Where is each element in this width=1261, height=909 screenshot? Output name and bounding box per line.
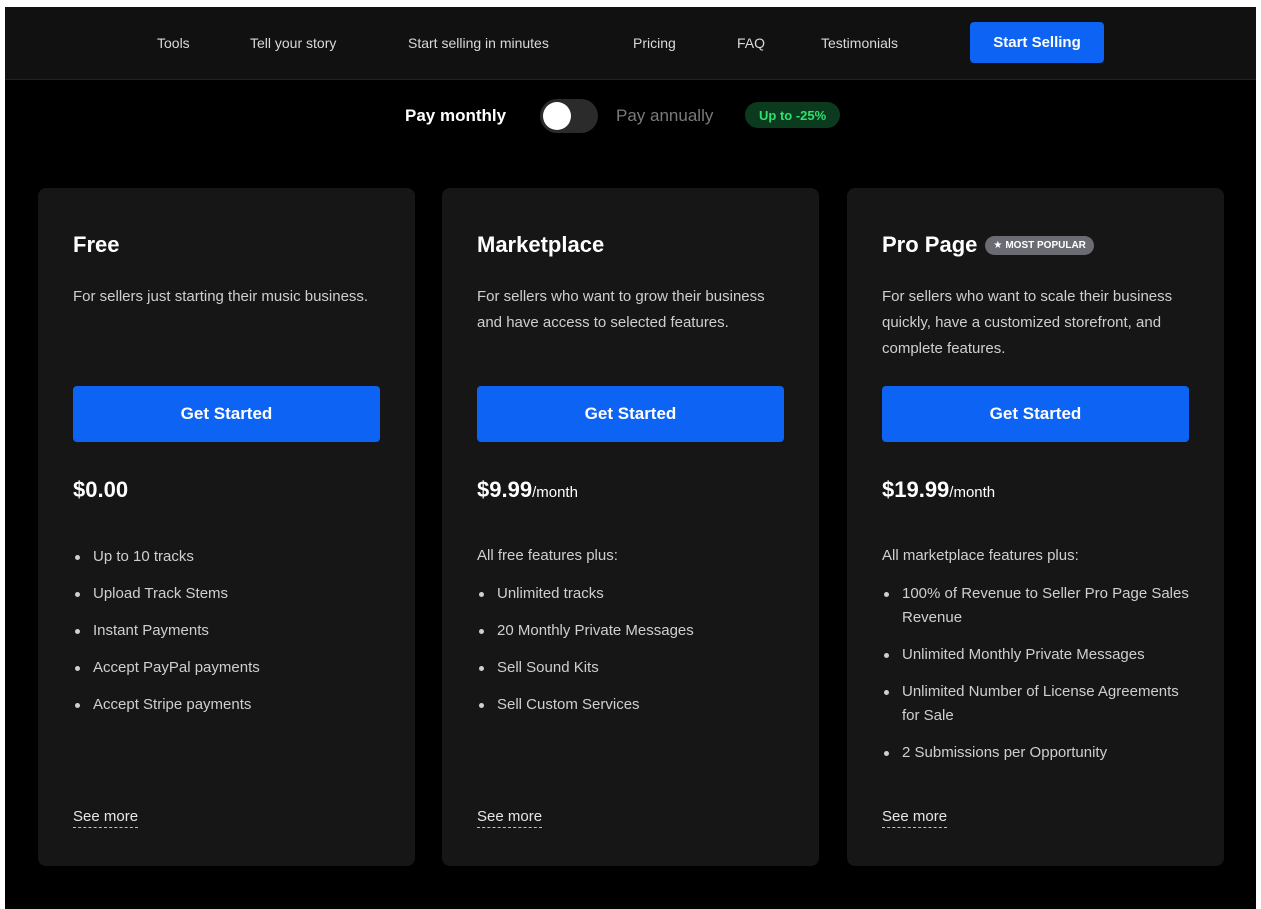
plan-description: For sellers who want to grow their busin… xyxy=(477,288,765,331)
get-started-button-pro-page[interactable]: Get Started xyxy=(882,386,1189,442)
most-popular-badge: ★ MOST POPULAR xyxy=(985,235,1094,255)
feature-item: Accept Stripe payments xyxy=(73,693,388,717)
feature-text: Sell Sound Kits xyxy=(497,659,599,676)
nav-link-testimonials[interactable]: Testimonials xyxy=(821,35,898,51)
feature-list: 100% of Revenue to Seller Pro Page Sales… xyxy=(882,582,1197,778)
plan-card-free: Free For sellers just starting their mus… xyxy=(38,188,415,866)
feature-item: Sell Custom Services xyxy=(477,693,792,717)
billing-toggle-row: Pay monthly Pay annually Up to -25% xyxy=(5,98,1256,134)
bullet-icon xyxy=(75,703,80,708)
bullet-icon xyxy=(884,592,889,597)
feature-text: 2 Submissions per Opportunity xyxy=(902,744,1108,761)
feature-item: 20 Monthly Private Messages xyxy=(477,619,792,643)
features-intro: All free features plus: xyxy=(477,547,618,564)
feature-list: Unlimited tracks 20 Monthly Private Mess… xyxy=(477,582,792,730)
feature-item: Unlimited Monthly Private Messages xyxy=(882,643,1197,667)
feature-item: Unlimited Number of License Agreements f… xyxy=(882,680,1197,728)
price-amount: $9.99 xyxy=(477,477,533,502)
feature-text: Sell Custom Services xyxy=(497,696,640,713)
feature-text: Up to 10 tracks xyxy=(93,548,194,565)
pay-monthly-label[interactable]: Pay monthly xyxy=(405,106,506,126)
nav-link-pricing[interactable]: Pricing xyxy=(633,35,676,51)
feature-text: 20 Monthly Private Messages xyxy=(497,622,694,639)
feature-item: 100% of Revenue to Seller Pro Page Sales… xyxy=(882,582,1197,630)
price-amount: $0.00 xyxy=(73,477,129,502)
nav-link-faq[interactable]: FAQ xyxy=(737,35,765,51)
feature-item: Instant Payments xyxy=(73,619,388,643)
pricing-page: Tools Tell your story Start selling in m… xyxy=(5,7,1256,909)
plan-title: Free xyxy=(73,232,120,257)
plan-price: $9.99/month xyxy=(477,477,578,503)
feature-text: Unlimited tracks xyxy=(497,585,604,602)
feature-text: Upload Track Stems xyxy=(93,585,229,602)
bullet-icon xyxy=(479,592,484,597)
get-started-button-marketplace[interactable]: Get Started xyxy=(477,386,784,442)
plan-card-marketplace: Marketplace For sellers who want to grow… xyxy=(442,188,819,866)
star-icon: ★ xyxy=(993,239,1003,251)
price-period: /month xyxy=(532,484,578,501)
bullet-icon xyxy=(479,666,484,671)
bullet-icon xyxy=(75,555,80,560)
feature-text: Accept Stripe payments xyxy=(93,696,252,713)
see-more-link[interactable]: See more xyxy=(477,808,543,828)
price-period: /month xyxy=(949,484,996,501)
price-amount: $19.99 xyxy=(882,477,950,502)
feature-text: Instant Payments xyxy=(93,622,209,639)
nav-link-start-selling-in-minutes[interactable]: Start selling in minutes xyxy=(408,35,549,51)
plan-card-pro-page: Pro Page ★ MOST POPULAR For sellers who … xyxy=(847,188,1224,866)
feature-text: 100% of Revenue to Seller Pro Page Sales… xyxy=(902,585,1189,626)
billing-period-switch[interactable] xyxy=(540,99,598,133)
feature-text: Accept PayPal payments xyxy=(93,659,260,676)
bullet-icon xyxy=(75,592,80,597)
get-started-button-free[interactable]: Get Started xyxy=(73,386,380,442)
plan-title-row: Marketplace xyxy=(477,232,604,258)
feature-item: 2 Submissions per Opportunity xyxy=(882,741,1197,765)
feature-item: Sell Sound Kits xyxy=(477,656,792,680)
discount-badge: Up to -25% xyxy=(745,102,841,128)
feature-item: Accept PayPal payments xyxy=(73,656,388,680)
plan-description: For sellers who want to scale their busi… xyxy=(882,288,1173,357)
bullet-icon xyxy=(479,629,484,634)
see-more-link[interactable]: See more xyxy=(73,808,139,828)
bullet-icon xyxy=(75,666,80,671)
see-more-link[interactable]: See more xyxy=(882,808,948,828)
switch-knob xyxy=(543,102,571,130)
top-nav: Tools Tell your story Start selling in m… xyxy=(5,7,1256,80)
feature-text: Unlimited Number of License Agreements f… xyxy=(902,683,1179,724)
bullet-icon xyxy=(884,690,889,695)
plan-title-row: Pro Page ★ MOST POPULAR xyxy=(882,232,1094,258)
feature-text: Unlimited Monthly Private Messages xyxy=(902,646,1145,663)
plan-title: Marketplace xyxy=(477,232,605,257)
bullet-icon xyxy=(884,751,889,756)
plan-price: $19.99/month xyxy=(882,477,995,503)
feature-list: Up to 10 tracks Upload Track Stems Insta… xyxy=(73,545,388,730)
plan-title-row: Free xyxy=(73,232,119,258)
bullet-icon xyxy=(479,703,484,708)
feature-item: Upload Track Stems xyxy=(73,582,388,606)
bullet-icon xyxy=(884,653,889,658)
plan-description: For sellers just starting their music bu… xyxy=(73,288,369,305)
start-selling-button[interactable]: Start Selling xyxy=(970,22,1104,63)
pay-annually-label[interactable]: Pay annually xyxy=(616,106,713,126)
plan-title: Pro Page xyxy=(882,232,978,257)
feature-item: Up to 10 tracks xyxy=(73,545,388,569)
features-intro: All marketplace features plus: xyxy=(882,547,1079,564)
nav-link-tools[interactable]: Tools xyxy=(157,35,190,51)
badge-label: MOST POPULAR xyxy=(1005,239,1086,251)
feature-item: Unlimited tracks xyxy=(477,582,792,606)
bullet-icon xyxy=(75,629,80,634)
plan-price: $0.00 xyxy=(73,477,128,503)
nav-link-tell-your-story[interactable]: Tell your story xyxy=(250,35,336,51)
